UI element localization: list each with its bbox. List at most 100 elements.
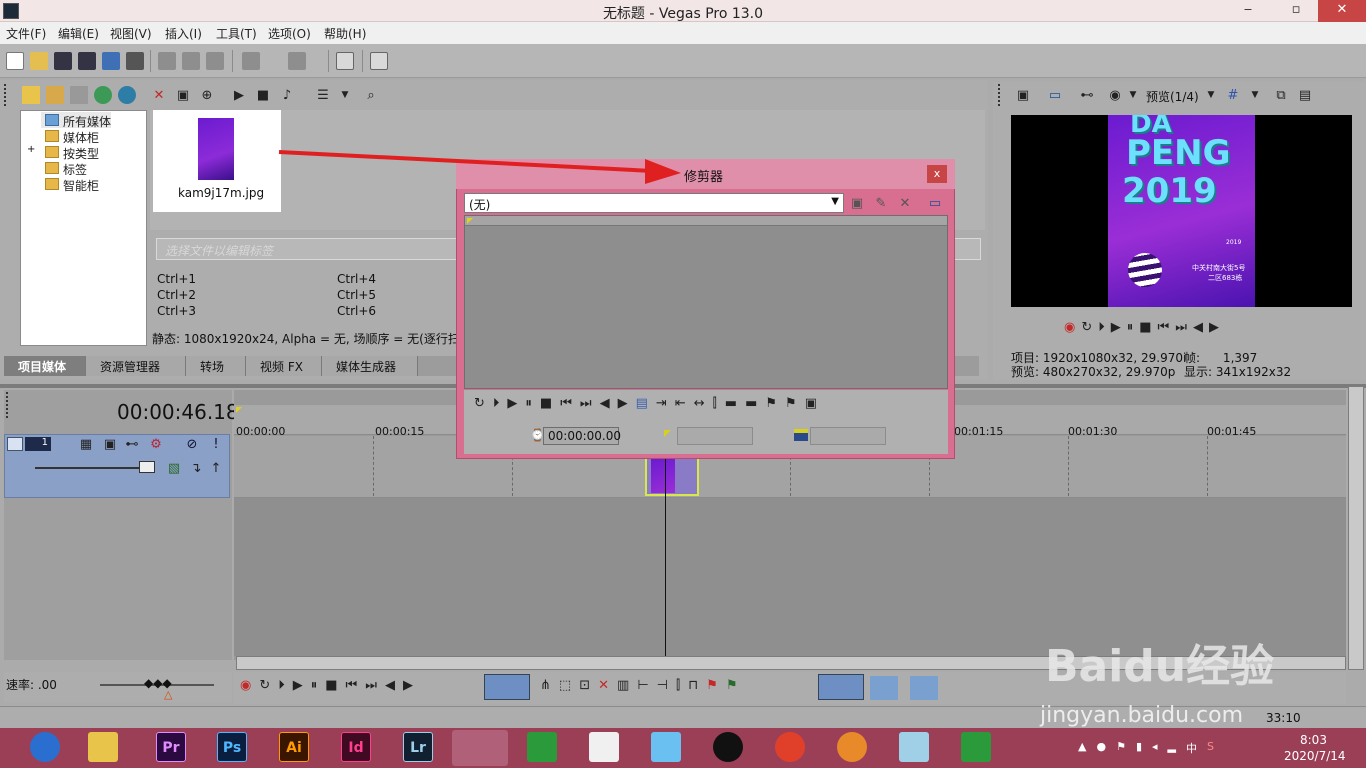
folder-app-icon[interactable] xyxy=(899,732,929,762)
loop-icon[interactable]: ↻ xyxy=(474,396,485,411)
menu-view[interactable]: 视图(V) xyxy=(110,25,152,42)
import-media-icon[interactable] xyxy=(22,86,40,104)
compositing-icon[interactable]: ▧ xyxy=(165,459,183,477)
play-icon[interactable]: ▶ xyxy=(1111,320,1121,340)
edit-tool-icon[interactable] xyxy=(336,52,354,70)
tab-video-fx[interactable]: 视频 FX xyxy=(246,356,322,376)
copy-icon[interactable] xyxy=(182,52,200,70)
panel-grip[interactable] xyxy=(4,84,12,106)
render-icon[interactable] xyxy=(102,52,120,70)
preview-quality-label[interactable]: 预览(1/4) xyxy=(1146,88,1199,105)
record-icon[interactable]: ◉ xyxy=(240,678,251,693)
prev-frame-icon[interactable]: ◀ xyxy=(385,678,395,693)
tab-explorer[interactable]: 资源管理器 xyxy=(86,356,186,376)
selection-icon[interactable]: ⫿ xyxy=(713,396,717,411)
play-preview-icon[interactable]: ▶ xyxy=(230,86,248,104)
vegas-taskbar-icon[interactable] xyxy=(452,730,508,766)
signal-icon[interactable]: ▂ xyxy=(1168,740,1176,756)
gear-icon[interactable]: ⚙ xyxy=(147,435,165,453)
battery-icon[interactable]: ▮ xyxy=(1136,740,1142,756)
normal-edit-tool-button[interactable] xyxy=(484,674,530,700)
qq-icon[interactable] xyxy=(713,732,743,762)
trimmer-history-select[interactable]: (无) ▼ xyxy=(464,193,844,213)
level-slider-track[interactable] xyxy=(35,467,153,469)
chevron-down-icon[interactable]: ▼ xyxy=(1246,86,1264,104)
close-button[interactable]: ✕ xyxy=(1318,0,1366,22)
menu-options[interactable]: 选项(O) xyxy=(268,25,311,42)
tree-item-all-media[interactable]: 所有媒体 xyxy=(63,113,111,130)
make-compositing-parent-icon[interactable]: ↑ xyxy=(207,459,225,477)
zoom-tool-icon[interactable]: ⊡ xyxy=(579,678,590,693)
chevron-down-icon[interactable]: ▼ xyxy=(336,86,354,104)
stop-icon[interactable]: ■ xyxy=(1139,320,1151,340)
network-icon[interactable]: ⚑ xyxy=(1116,740,1126,756)
add-to-start-icon[interactable]: ⇤ xyxy=(675,396,686,411)
lock-envelopes-button[interactable] xyxy=(910,676,938,700)
track-expand-icon[interactable] xyxy=(7,437,23,451)
refresh-icon[interactable] xyxy=(94,86,112,104)
pause-icon[interactable]: ⏸ xyxy=(1127,320,1134,340)
go-to-end-icon[interactable]: ⏭ xyxy=(580,396,592,411)
tree-item-by-type[interactable]: 按类型 xyxy=(63,145,99,162)
save-icon[interactable] xyxy=(54,52,72,70)
trim-start-icon[interactable]: ⊢ xyxy=(637,678,648,693)
paste-icon[interactable] xyxy=(206,52,224,70)
auto-ripple-button[interactable] xyxy=(870,676,898,700)
prev-frame-icon[interactable]: ◀ xyxy=(600,396,610,411)
redo-icon[interactable] xyxy=(288,52,306,70)
media-link-icon[interactable]: ⊕ xyxy=(198,86,216,104)
play-from-start-icon[interactable]: ⏵ xyxy=(493,396,500,411)
marker-icon[interactable]: ⚑ xyxy=(706,678,718,693)
auto-preview-icon[interactable]: ♪ xyxy=(278,86,296,104)
sogou-icon[interactable]: S xyxy=(1207,740,1214,756)
lightroom-icon[interactable]: Lr xyxy=(403,732,433,762)
region-icon[interactable]: ⚑ xyxy=(785,396,797,411)
stop-icon[interactable]: ■ xyxy=(540,396,552,411)
marker-icon[interactable]: ⚑ xyxy=(765,396,777,411)
play-from-start-icon[interactable]: ⏵ xyxy=(1098,320,1105,340)
chevron-down-icon[interactable]: ▼ xyxy=(1202,86,1220,104)
go-to-end-icon[interactable]: ⏭ xyxy=(1175,320,1187,340)
video-track-header[interactable]: 1 ▦ ▣ ⊷ ⚙ ⊘ ! ▧ ↴ ↑ xyxy=(4,434,230,498)
lock-icon[interactable]: ⊓ xyxy=(688,678,698,693)
next-frame-icon[interactable]: ▶ xyxy=(618,396,628,411)
volume-icon[interactable]: ◂ xyxy=(1152,740,1158,756)
go-to-end-icon[interactable]: ⏭ xyxy=(365,678,377,693)
loop-marker-icon[interactable] xyxy=(236,407,242,413)
selection-length-field[interactable] xyxy=(810,427,886,445)
prev-frame-icon[interactable]: ◀ xyxy=(1193,320,1203,340)
external-monitor-icon[interactable]: ▭ xyxy=(1046,86,1064,104)
loop-icon[interactable]: ↻ xyxy=(1081,320,1092,340)
next-frame-icon[interactable]: ▶ xyxy=(403,678,413,693)
timeline-timecode[interactable]: 00:00:46.18 xyxy=(117,400,239,424)
envelope-tool-icon[interactable]: ⋔ xyxy=(540,678,551,693)
chevron-down-icon[interactable]: ▼ xyxy=(831,196,839,207)
fit-icon[interactable]: ↔ xyxy=(694,396,705,411)
copy-snapshot-icon[interactable]: ⧉ xyxy=(1272,86,1290,104)
expand-icon[interactable]: + xyxy=(27,144,35,155)
loop-icon[interactable]: ↻ xyxy=(259,678,270,693)
save-as-icon[interactable] xyxy=(78,52,96,70)
delete-icon[interactable]: ✕ xyxy=(598,678,609,693)
add-to-end-icon[interactable]: ⇥ xyxy=(656,396,667,411)
panel-grip[interactable] xyxy=(998,84,1006,106)
split-screen-icon[interactable]: ⊷ xyxy=(1078,86,1096,104)
pause-icon[interactable]: ⏸ xyxy=(525,396,532,411)
trimmer-canvas[interactable] xyxy=(464,215,948,389)
play-from-start-icon[interactable]: ⏵ xyxy=(278,678,285,693)
tab-media-generators[interactable]: 媒体生成器 xyxy=(322,356,418,376)
level-slider-thumb[interactable] xyxy=(139,461,155,473)
chrome-icon[interactable] xyxy=(775,732,805,762)
help-pointer-icon[interactable] xyxy=(370,52,388,70)
in-point-marker[interactable] xyxy=(467,218,473,224)
properties-icon[interactable]: ▣ xyxy=(174,86,192,104)
green-app-icon[interactable] xyxy=(527,732,557,762)
browser-icon[interactable] xyxy=(837,732,867,762)
tree-item-smart-bins[interactable]: 智能柜 xyxy=(63,177,99,194)
track-motion-icon[interactable]: ▦ xyxy=(77,435,95,453)
remove-icon[interactable]: ✕ xyxy=(150,86,168,104)
subclip-icon[interactable]: ▬ xyxy=(745,396,757,411)
photoshop-icon[interactable]: Ps xyxy=(217,732,247,762)
trimmer-monitor-icon[interactable]: ▭ xyxy=(926,194,944,212)
preview-properties-icon[interactable]: ▣ xyxy=(1014,86,1032,104)
